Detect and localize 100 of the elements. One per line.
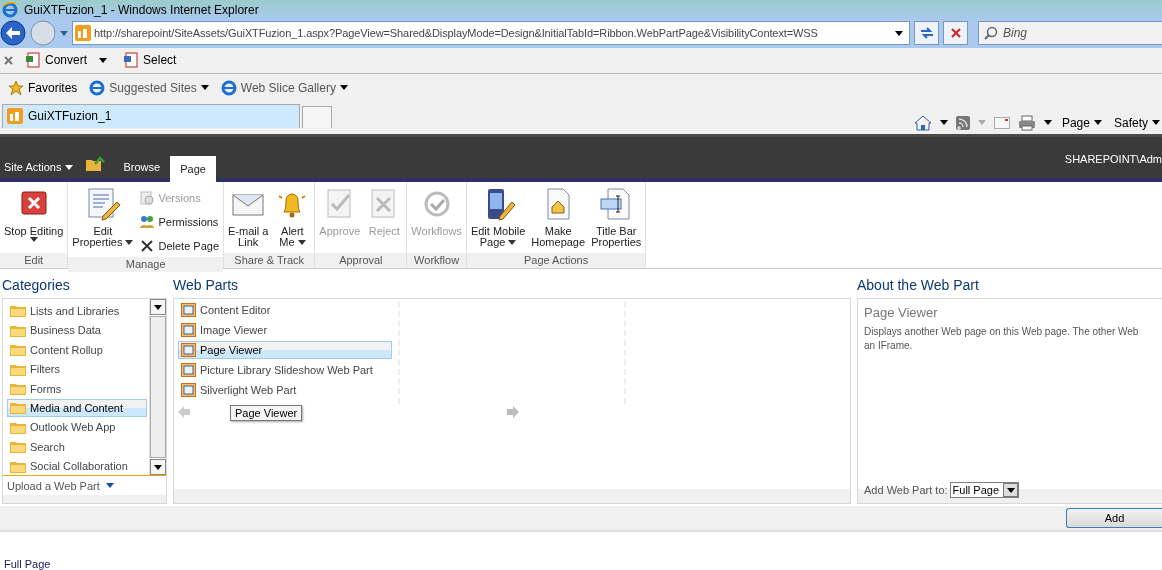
caret-icon (1006, 487, 1015, 493)
panel-heading: About the Web Part (857, 277, 980, 294)
category-item[interactable]: Lists and Libraries (7, 302, 147, 320)
refresh-icon (919, 27, 934, 40)
browser-logo-icon (2, 1, 18, 18)
mail-icon[interactable] (993, 116, 1010, 129)
favorites-link[interactable]: Web Slice Gallery (216, 79, 352, 96)
search-icon (984, 26, 998, 41)
caret-icon (29, 237, 38, 243)
description-text: Displays another Web page on this Web page. The other Web (864, 325, 1140, 340)
caret-icon (939, 120, 948, 126)
upload-link[interactable]: Upload a Web Part (3, 475, 166, 496)
group-label: Approval (315, 253, 407, 269)
web-part-item[interactable]: Page Viewer (178, 341, 392, 360)
toolbar-button[interactable]: Convert (21, 52, 112, 69)
folder-icon (10, 440, 26, 454)
caret-icon (1152, 120, 1160, 126)
ribbon-button[interactable]: Edit Properties (70, 186, 136, 258)
browser-tab[interactable]: GuiXTFuzion_1 (2, 103, 300, 128)
group-label: Edit (0, 253, 68, 269)
category-item[interactable]: Social Collaboration (7, 457, 147, 475)
ribbon-button[interactable]: E-mail a Link (226, 186, 271, 254)
folder-icon (10, 382, 26, 396)
printer-icon[interactable] (1017, 114, 1036, 131)
group-label: Page Actions (466, 253, 646, 269)
folder-icon (10, 401, 26, 415)
favorites-link[interactable]: Favorites (4, 79, 82, 96)
footer-text: Full Page (4, 558, 52, 570)
category-item[interactable]: Forms (7, 379, 147, 398)
feed-icon[interactable] (955, 115, 970, 130)
web-part-icon (181, 323, 196, 338)
close-icon[interactable] (4, 55, 13, 65)
site-actions-menu[interactable]: Site Actions (0, 161, 78, 174)
ribbon-button[interactable]: Delete Page (137, 235, 221, 258)
versions-icon (139, 190, 156, 207)
ribbon-button[interactable]: Alert Me (272, 186, 313, 254)
category-item[interactable]: Content Rollup (7, 340, 147, 359)
web-part-item[interactable]: Image Viewer (178, 321, 392, 340)
add-to-label: Add Web Part to: (864, 484, 948, 497)
caret-icon (99, 57, 108, 63)
category-item[interactable]: Media and Content (7, 399, 147, 417)
ribbon-button[interactable]: Permissions (137, 211, 221, 234)
folder-icon (10, 459, 26, 473)
caret-icon (105, 483, 114, 489)
group-label: Manage (68, 257, 223, 273)
document-icon (123, 52, 140, 69)
caret-icon (297, 240, 306, 246)
caret-icon (895, 30, 903, 36)
ribbon-button[interactable]: Title Bar Properties (589, 186, 644, 254)
user-name[interactable]: SHAREPOINT\Adm (1064, 152, 1162, 165)
group-label: Share & Track (224, 253, 315, 269)
ribbon-button[interactable]: Make Homepage (529, 186, 588, 254)
back-button[interactable] (0, 20, 26, 47)
tools-menu[interactable]: Page (1059, 115, 1104, 130)
site-icon (7, 108, 23, 125)
description-text: an IFrame. (864, 339, 914, 354)
folder-arrow-icon[interactable] (85, 156, 106, 173)
ribbon-button[interactable]: Edit Mobile Page (468, 186, 528, 254)
add-button[interactable]: Add (1066, 508, 1162, 529)
web-part-name: Page Viewer (864, 305, 939, 321)
stop-button[interactable] (943, 21, 968, 46)
group-label: Workflow (407, 253, 466, 269)
panel-heading: Web Parts (173, 277, 240, 294)
caret-icon (65, 164, 74, 170)
browser-page-icon (220, 79, 237, 96)
folder-icon (10, 362, 26, 376)
window-title: GuiXTFuzion_1 - Windows Internet Explorer (24, 2, 259, 17)
address-field[interactable]: http://sharepoint/SiteAssets/GuiXTFuzion_1.aspx?PageView=Shared&DisplayMode=Design&InitialTabId=Ribbon.WebPartPage&VisibilityContext=WSS (72, 21, 910, 46)
web-part-item[interactable]: Content Editor (178, 301, 392, 320)
url-text: http://sharepoint/SiteAssets/GuiXTFuzion_1.aspx?PageView=Shared&DisplayMode=Design&InitialTabId=Ribbon.WebPartPage&VisibilityContext=WSS (94, 27, 818, 40)
category-item[interactable]: Filters (7, 360, 147, 378)
toolbar-button[interactable]: Select (119, 52, 181, 69)
search-field[interactable]: Bing (978, 21, 1162, 46)
site-icon (75, 25, 91, 42)
star-icon (8, 79, 24, 96)
tools-menu[interactable]: Safety (1111, 115, 1162, 130)
ribbon-button[interactable]: Stop Editing (2, 186, 66, 254)
web-part-icon (181, 363, 196, 378)
folder-icon (10, 304, 26, 318)
caret-icon (125, 240, 134, 246)
home-icon[interactable] (913, 114, 932, 131)
folder-icon (10, 343, 26, 357)
refresh-button[interactable] (914, 21, 939, 46)
zone-dropdown[interactable]: Full Page (949, 482, 1020, 499)
category-item[interactable]: Outlook Web App (7, 418, 147, 437)
folder-icon (10, 323, 26, 337)
ribbon-tab[interactable]: Page (170, 156, 216, 183)
favorites-link[interactable]: Suggested Sites (85, 79, 213, 96)
caret-icon (154, 304, 162, 310)
caret-icon (339, 85, 348, 91)
web-part-item[interactable]: Picture Library Slideshow Web Part (178, 361, 392, 380)
caret-icon (508, 240, 517, 246)
ribbon-tab[interactable]: Browse (113, 156, 171, 179)
close-icon (950, 28, 961, 39)
category-item[interactable]: Search (7, 438, 147, 456)
tooltip: Page Viewer (230, 405, 303, 422)
category-item[interactable]: Business Data (7, 321, 147, 339)
web-part-item[interactable]: Silverlight Web Part (178, 381, 392, 400)
document-icon (25, 52, 41, 69)
scrollbar[interactable] (149, 299, 166, 476)
